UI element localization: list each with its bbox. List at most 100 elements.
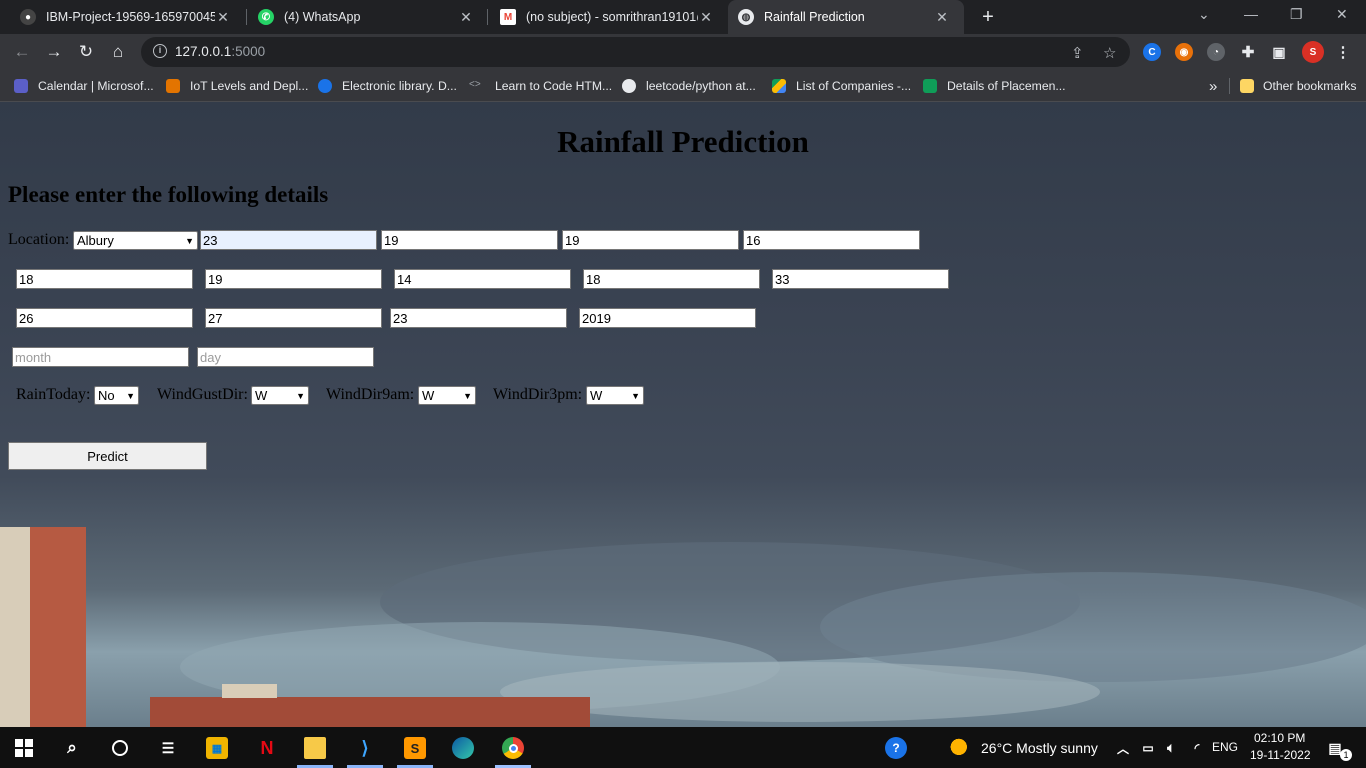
notification-badge: 1 (1340, 749, 1352, 761)
day-input[interactable] (197, 347, 374, 367)
bookmark-electronic-library[interactable]: Electronic library. D... (318, 77, 457, 95)
rain-today-select[interactable]: No ▼ (94, 386, 139, 405)
chevron-down-icon: ▼ (126, 390, 135, 401)
humidity-3pm-input[interactable] (583, 269, 760, 289)
site-info-icon[interactable]: i (153, 44, 167, 58)
drive-icon (772, 79, 786, 93)
performance-icon[interactable]: ◔ (1207, 43, 1225, 61)
chevron-down-icon: ▼ (185, 235, 194, 246)
wind-gust-speed-input[interactable] (743, 230, 920, 250)
chrome-icon[interactable] (502, 737, 524, 759)
other-bookmarks[interactable]: Other bookmarks (1240, 77, 1356, 95)
reload-icon[interactable]: ↻ (76, 42, 96, 62)
address-bar[interactable]: i 127.0.0.1:5000 ⇪ ☆ (141, 37, 1130, 67)
tab-search-icon[interactable]: ⌄ (1198, 6, 1210, 23)
netflix-icon[interactable]: N (256, 737, 278, 759)
wind-dir-9am-select[interactable]: W ▼ (418, 386, 476, 405)
rainfall-input[interactable] (562, 230, 739, 250)
temp-3pm-input[interactable] (390, 308, 567, 328)
library-icon (318, 79, 332, 93)
location-label: Location: (8, 231, 70, 248)
wind-dir-3pm-select[interactable]: W ▼ (586, 386, 644, 405)
tab-title: Rainfall Prediction (764, 10, 865, 24)
humidity-9am-input[interactable] (394, 269, 571, 289)
bookmarks-divider (1229, 78, 1230, 94)
language-indicator[interactable]: ENG (1212, 740, 1238, 754)
store-icon[interactable]: ▦ (206, 737, 228, 759)
github-icon (622, 79, 636, 93)
close-icon[interactable]: ✕ (698, 9, 714, 26)
temp-9am-input[interactable] (205, 308, 382, 328)
windows-start-icon[interactable] (13, 737, 35, 759)
new-tab-button[interactable]: + (978, 7, 998, 27)
battery-icon[interactable]: ▭ (1137, 737, 1159, 759)
bookmarks-bar: Calendar | Microsof... IoT Levels and De… (0, 70, 1366, 102)
chevron-down-icon: ▼ (463, 390, 472, 401)
restore-button[interactable]: ❐ (1290, 6, 1303, 23)
close-window-button[interactable]: ✕ (1336, 6, 1348, 23)
wind-speed-9am-input[interactable] (16, 269, 193, 289)
vscode-icon[interactable]: ⟩ (354, 737, 376, 759)
tab-title: (4) WhatsApp (284, 10, 361, 24)
chevron-down-icon: ▼ (296, 390, 305, 401)
bookmark-placement-details[interactable]: Details of Placemen... (923, 77, 1066, 95)
minimize-button[interactable]: — (1244, 6, 1258, 22)
max-temp-input[interactable] (381, 230, 558, 250)
tab-whatsapp[interactable]: ✆ (4) WhatsApp ✕ (238, 0, 488, 34)
volume-icon[interactable]: 🔈︎ (1160, 737, 1182, 759)
weather-text[interactable]: 26°C Mostly sunny (981, 740, 1098, 756)
bookmark-leetcode[interactable]: leetcode/python at... (622, 77, 756, 95)
close-icon[interactable]: ✕ (215, 9, 231, 26)
min-temp-input[interactable] (200, 230, 377, 250)
year-input[interactable] (579, 308, 756, 328)
back-icon[interactable]: ← (12, 42, 32, 62)
location-select[interactable]: Albury ▼ (73, 231, 198, 250)
tab-rainfall-prediction[interactable]: ◍ Rainfall Prediction ✕ (728, 0, 964, 34)
pressure-3pm-input[interactable] (16, 308, 193, 328)
month-input[interactable] (12, 347, 189, 367)
form-heading: Please enter the following details (8, 182, 329, 207)
home-icon[interactable]: ⌂ (108, 42, 128, 62)
pressure-9am-input[interactable] (772, 269, 949, 289)
teams-icon (14, 79, 28, 93)
bookmark-learn-to-code[interactable]: <> Learn to Code HTM... (469, 77, 612, 95)
share-icon[interactable]: ⇪ (1071, 44, 1084, 62)
bookmarks-overflow-button[interactable]: » (1209, 77, 1217, 95)
wind-gust-dir-label: WindGustDir: (157, 386, 248, 403)
clock-date[interactable]: 19-11-2022 (1250, 748, 1311, 762)
search-icon[interactable]: ⌕ (61, 737, 83, 759)
wind-gust-dir-select[interactable]: W ▼ (251, 386, 309, 405)
help-icon[interactable]: ? (885, 737, 907, 759)
extension-c-icon[interactable]: C (1143, 43, 1161, 61)
cortana-icon[interactable] (109, 737, 131, 759)
extensions-puzzle-icon[interactable]: ✚ (1239, 43, 1257, 61)
tab-github[interactable]: ● IBM-Project-19569-1659700457/ ✕ (0, 0, 245, 34)
forward-icon[interactable]: → (44, 42, 64, 62)
side-panel-icon[interactable]: ▣ (1270, 43, 1288, 61)
profile-avatar[interactable]: S (1302, 41, 1324, 63)
close-icon[interactable]: ✕ (934, 9, 950, 26)
rain-today-label: RainToday: (16, 386, 91, 403)
chevron-up-icon[interactable]: ︿ (1112, 737, 1134, 759)
page-content: Rainfall Prediction Please enter the fol… (0, 102, 1366, 727)
predict-button[interactable]: Predict (8, 442, 207, 470)
close-icon[interactable]: ✕ (458, 9, 474, 26)
tab-gmail[interactable]: M (no subject) - somrithran19101@ ✕ (480, 0, 728, 34)
bookmark-iot-levels[interactable]: IoT Levels and Depl... (166, 77, 308, 95)
rss-icon[interactable]: ◉ (1175, 43, 1193, 61)
bookmark-list-of-companies[interactable]: List of Companies -... (772, 77, 911, 95)
wifi-icon[interactable]: ◜ (1186, 737, 1208, 759)
star-icon[interactable]: ☆ (1103, 44, 1116, 62)
menu-kebab-icon[interactable]: ⋮ (1334, 43, 1352, 61)
file-explorer-icon[interactable] (304, 737, 326, 759)
weather-sunny-icon[interactable] (950, 737, 972, 759)
task-view-icon[interactable]: ☰ (157, 737, 179, 759)
sublime-text-icon[interactable]: S (404, 737, 426, 759)
windows-taskbar: ⌕ ☰ ▦ N ⟩ S ? 26°C Mostly sunny ︿ ▭ 🔈︎ ◜… (0, 727, 1366, 768)
bookmark-calendar[interactable]: Calendar | Microsof... (14, 77, 154, 95)
tab-title: IBM-Project-19569-1659700457/ (46, 10, 215, 24)
clock-time[interactable]: 02:10 PM (1254, 731, 1305, 745)
wind-speed-3pm-input[interactable] (205, 269, 382, 289)
edge-icon[interactable] (452, 737, 474, 759)
chevron-down-icon: ▼ (631, 390, 640, 401)
